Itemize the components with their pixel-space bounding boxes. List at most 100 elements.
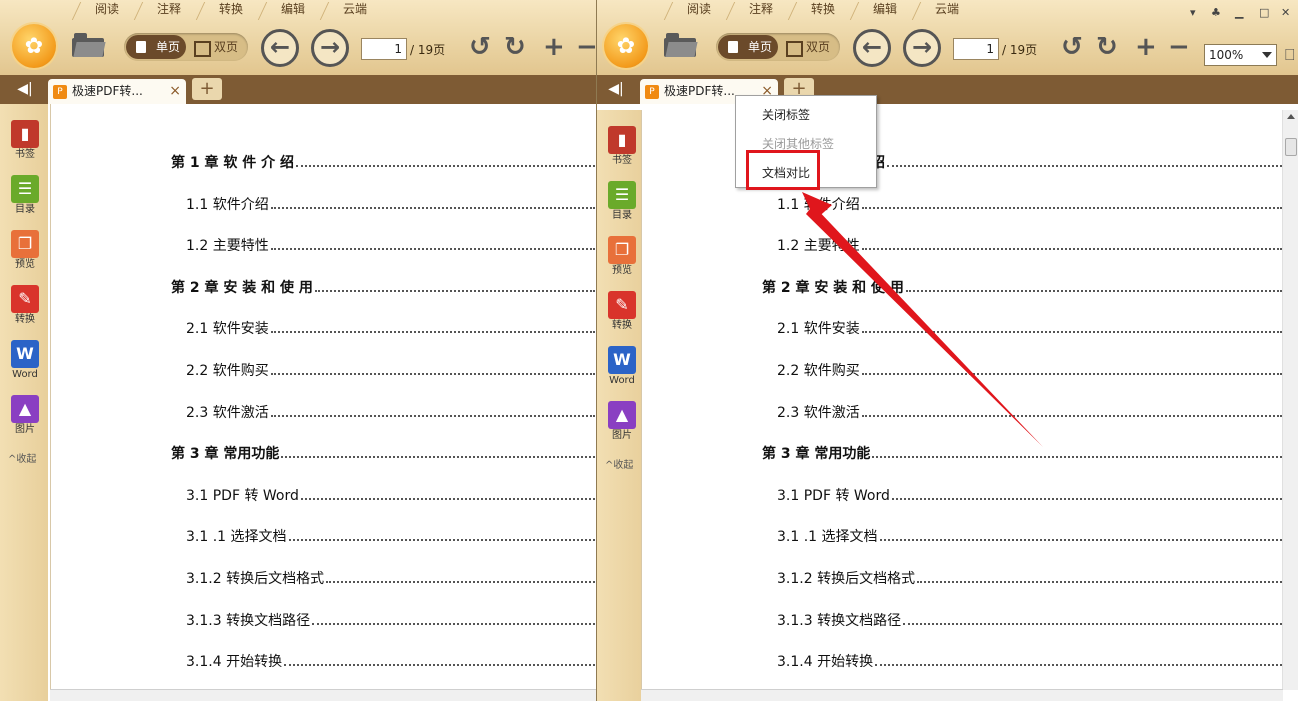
toc-entry-text: 第 1 章 软 件 介 绍	[171, 155, 294, 171]
app-logo-icon[interactable]: ✿	[604, 24, 648, 68]
sidebar-item-pdf-convert[interactable]: ✎ 转换	[8, 285, 42, 335]
single-page-button[interactable]: 单页	[718, 35, 778, 59]
toc-entry[interactable]: 3.1.2 转换后文档格式	[777, 568, 1284, 588]
close-window-icon[interactable]: ✕	[1281, 6, 1290, 19]
minimize-window-icon[interactable]: ▁	[1235, 6, 1243, 19]
pdf-file-icon: P	[53, 85, 67, 99]
toc-entry[interactable]: 1.1 软件介绍	[186, 194, 596, 214]
toc-entry[interactable]: 3.1.2 转换后文档格式	[186, 568, 596, 588]
open-folder-icon[interactable]	[664, 33, 698, 57]
page-number-input[interactable]: 1	[361, 38, 407, 60]
horizontal-scrollbar[interactable]	[641, 689, 1283, 701]
menu-tab-cloud[interactable]: 云端	[916, 0, 978, 20]
sidebar-item-preview[interactable]: ❐ 预览	[605, 236, 639, 286]
rotate-left-icon[interactable]: ↺	[1061, 34, 1083, 60]
toc-entry[interactable]: 第 1 章 软 件 介 绍	[171, 152, 596, 172]
toc-entry[interactable]: 第 2 章 安 装 和 使 用	[171, 277, 596, 297]
add-tab-button[interactable]: +	[192, 78, 222, 100]
double-page-button[interactable]: 双页	[188, 35, 246, 59]
sidebar-collapse-button[interactable]: ^收起	[605, 456, 633, 471]
sidebar-collapse-button[interactable]: ^收起	[8, 450, 36, 465]
toc-entry[interactable]: 3.1.3 转换文档路径	[777, 610, 1284, 630]
sidebar-item-pdf-convert[interactable]: ✎ 转换	[605, 291, 639, 341]
page-number-input[interactable]: 1	[953, 38, 999, 60]
collapse-sidebar-icon[interactable]: ◀|	[607, 81, 625, 97]
menu-tab-edit[interactable]: 编辑	[854, 0, 916, 20]
sidebar-item-toc[interactable]: ☰ 目录	[605, 181, 639, 231]
toc-entry[interactable]: 3.1 .1 选择文档	[777, 526, 1284, 546]
menu-tab-edit[interactable]: 编辑	[262, 0, 324, 20]
sidebar-item-bookmark[interactable]: ▮ 书签	[8, 120, 42, 170]
chevron-down-icon	[1262, 52, 1272, 58]
menu-tab-read[interactable]: 阅读	[668, 0, 730, 20]
zoom-in-icon[interactable]: +	[1135, 34, 1157, 60]
prev-page-button[interactable]: ←	[261, 29, 299, 67]
sidebar-item-label: Word	[12, 369, 38, 380]
toc-entry[interactable]: 3.1 PDF 转 Word	[777, 485, 1284, 505]
toc-entry-text: 2.1 软件安装	[186, 321, 269, 338]
zoom-in-icon[interactable]: +	[543, 34, 565, 60]
open-folder-icon[interactable]	[72, 33, 106, 57]
toc-entry[interactable]: 3.1.4 开始转换	[186, 651, 596, 671]
zoom-select[interactable]: 100%	[1204, 44, 1277, 66]
sidebar-item-toc[interactable]: ☰ 目录	[8, 175, 42, 225]
horizontal-scrollbar[interactable]	[50, 689, 596, 701]
menu-tab-annotate[interactable]: 注释	[730, 0, 792, 20]
next-page-button[interactable]: →	[311, 29, 349, 67]
sidebar-item-image[interactable]: ▲ 图片	[605, 401, 639, 451]
sidebar-item-bookmark[interactable]: ▮ 书签	[605, 126, 639, 176]
close-tab-icon[interactable]: ×	[169, 79, 181, 104]
menu-tab-convert[interactable]: 转换	[792, 0, 854, 20]
maximize-window-icon[interactable]: □	[1259, 6, 1269, 19]
rotate-right-icon[interactable]: ↻	[1096, 34, 1118, 60]
menu-tabs: 阅读 注释 转换 编辑 云端	[668, 0, 978, 20]
toc-entry[interactable]: 3.1 .1 选择文档	[186, 526, 596, 546]
toc-entry[interactable]: 3.1.4 开始转换	[777, 651, 1284, 671]
menu-tab-convert[interactable]: 转换	[200, 0, 262, 20]
minimize-ribbon-icon[interactable]: ▾	[1190, 6, 1196, 19]
menu-tab-cloud[interactable]: 云端	[324, 0, 386, 20]
zoom-out-icon[interactable]: −	[1168, 34, 1190, 60]
toc-leader-dots	[861, 248, 1282, 251]
rotate-right-icon[interactable]: ↻	[504, 34, 526, 60]
scroll-up-icon[interactable]	[1287, 114, 1295, 119]
menu-item-close-tab[interactable]: 关闭标签	[762, 106, 810, 123]
toc-entry[interactable]: 2.1 软件安装	[186, 318, 596, 338]
toc-entry[interactable]: 3.1 PDF 转 Word	[186, 485, 596, 505]
next-page-button[interactable]: →	[903, 29, 941, 67]
page-total-label: / 19页	[410, 43, 446, 57]
toc-entry[interactable]: 2.3 软件激活	[777, 402, 1284, 422]
menu-tab-read[interactable]: 阅读	[76, 0, 138, 20]
toc-entry[interactable]: 2.2 软件购买	[186, 360, 596, 380]
toc-entry[interactable]: 第 3 章 常用功能	[762, 443, 1284, 463]
single-page-button[interactable]: 单页	[126, 35, 186, 59]
toc-entry[interactable]: 1.2 主要特性	[186, 235, 596, 255]
rotate-left-icon[interactable]: ↺	[469, 34, 491, 60]
toc-entry[interactable]: 1.1 软件介绍	[777, 194, 1284, 214]
toc-entry[interactable]: 3.1.3 转换文档路径	[186, 610, 596, 630]
toc-entry[interactable]: 2.1 软件安装	[777, 318, 1284, 338]
zoom-out-icon[interactable]: −	[576, 34, 596, 60]
prev-page-button[interactable]: ←	[853, 29, 891, 67]
toc-entry[interactable]: 1.2 主要特性	[777, 235, 1284, 255]
toc-entry[interactable]: 第 3 章 常用功能	[171, 443, 596, 463]
toc-entry[interactable]: 2.2 软件购买	[777, 360, 1284, 380]
sidebar-item-word[interactable]: W Word	[8, 340, 42, 390]
app-logo-icon[interactable]: ✿	[12, 24, 56, 68]
document-tab[interactable]: P 极速PDF转... ×	[48, 79, 186, 104]
vertical-scrollbar[interactable]	[1282, 110, 1298, 690]
pdf-file-icon: P	[645, 85, 659, 99]
toc-leader-dots	[312, 622, 595, 625]
toc-leader-dots	[270, 373, 595, 375]
collapse-sidebar-icon[interactable]: ◀|	[16, 81, 34, 97]
double-page-button[interactable]: 双页	[780, 35, 838, 59]
sidebar-item-image[interactable]: ▲ 图片	[8, 395, 42, 445]
sidebar-item-word[interactable]: W Word	[605, 346, 639, 396]
scroll-thumb[interactable]	[1285, 138, 1297, 156]
toc-entry[interactable]: 2.3 软件激活	[186, 402, 596, 422]
sidebar-item-preview[interactable]: ❐ 预览	[8, 230, 42, 280]
toc-entry[interactable]: 第 2 章 安 装 和 使 用	[762, 277, 1284, 297]
menu-tab-annotate[interactable]: 注释	[138, 0, 200, 20]
more-tools-icon[interactable]: ⎕	[1285, 45, 1295, 65]
skin-icon[interactable]: ♣	[1211, 6, 1221, 19]
